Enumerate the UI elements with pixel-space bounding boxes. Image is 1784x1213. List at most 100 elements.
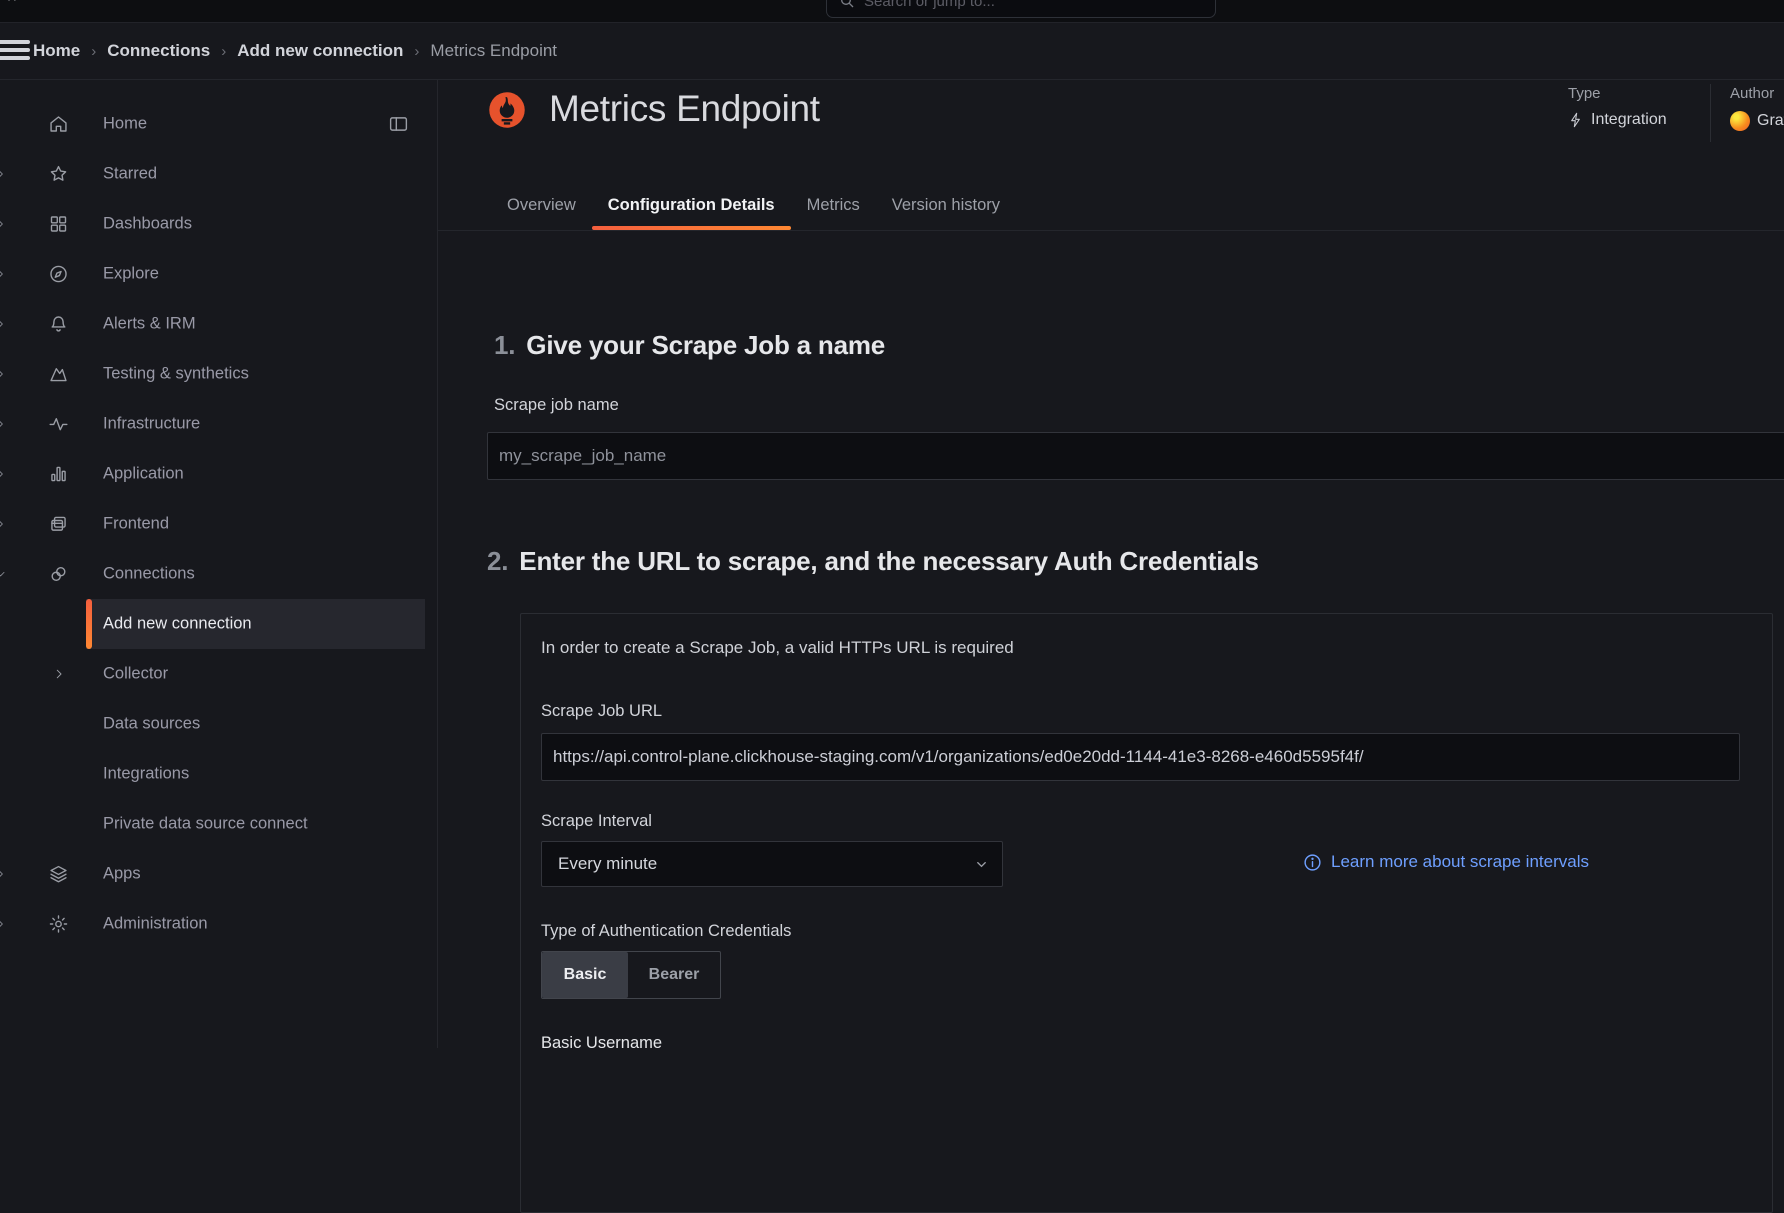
auth-type-segmented-control: BasicBearer — [541, 951, 721, 999]
link-rings-icon — [48, 564, 69, 585]
step2-heading: 2.Enter the URL to scrape, and the neces… — [487, 546, 1259, 577]
breadcrumb-item-home[interactable]: Home — [33, 41, 80, 61]
sidebar-item-label: Data sources — [103, 715, 200, 734]
step2-number: 2. — [487, 546, 508, 576]
learn-more-link[interactable]: Learn more about scrape intervals — [1303, 852, 1589, 872]
info-icon — [1303, 853, 1322, 872]
sidebar-item-label: Add new connection — [103, 615, 252, 634]
sidebar-item-dashboards[interactable]: Dashboards — [0, 199, 437, 249]
sidebar-item-infrastructure[interactable]: Infrastructure — [0, 399, 437, 449]
apps-grid-icon — [48, 214, 69, 235]
sidebar-item-private-data-source-connect[interactable]: Private data source connect — [0, 799, 437, 849]
chevron-right-icon — [0, 168, 7, 181]
sidebar-item-label: Frontend — [103, 515, 169, 534]
sidebar-item-label: Starred — [103, 165, 157, 184]
meta-author-block: Author Grafana — [1730, 85, 1784, 131]
meta-divider — [1710, 84, 1711, 142]
type-label: Type — [1568, 85, 1667, 102]
sidebar-nav: Home Starred Dashboards Explore Alerts & IRM… — [0, 80, 437, 1048]
sidebar-item-label: Apps — [103, 865, 141, 884]
breadcrumb-item-add-new-connection[interactable]: Add new connection — [237, 41, 403, 61]
compass-icon — [48, 264, 69, 285]
breadcrumb-item-metrics-endpoint: Metrics Endpoint — [430, 41, 557, 61]
chevron-right-icon — [0, 218, 7, 231]
breadcrumb: Home›Connections›Add new connection›Metr… — [33, 41, 557, 61]
breadcrumb-separator: › — [210, 43, 237, 60]
sidebar-item-frontend[interactable]: Frontend — [0, 499, 437, 549]
sidebar-item-add-new-connection[interactable]: Add new connection — [0, 599, 437, 649]
sidebar-item-administration[interactable]: Administration — [0, 899, 437, 949]
breadcrumb-separator: › — [403, 43, 430, 60]
sidebar-item-label: Explore — [103, 265, 159, 284]
tab-version-history[interactable]: Version history — [892, 180, 1000, 230]
sidebar-item-label: Administration — [103, 915, 208, 934]
basic-username-label: Basic Username — [541, 1034, 662, 1053]
type-value: Integration — [1591, 111, 1667, 129]
tabs-row: Overview Configuration Details Metrics Vers… — [437, 180, 1784, 231]
scrape-job-name-label: Scrape job name — [494, 396, 619, 415]
sidebar-item-explore[interactable]: Explore — [0, 249, 437, 299]
home-icon — [48, 114, 69, 135]
sidebar-item-label: Application — [103, 465, 184, 484]
bolt-icon — [1568, 112, 1584, 128]
grafana-logo-icon — [1730, 111, 1750, 131]
step1-number: 1. — [494, 330, 515, 360]
chevron-right-icon — [0, 868, 7, 881]
sidebar-item-label: Private data source connect — [103, 815, 308, 834]
sidebar-item-data-sources[interactable]: Data sources — [0, 699, 437, 749]
breadcrumb-bar: Home›Connections›Add new connection›Metr… — [0, 23, 1784, 80]
auth-option-basic[interactable]: Basic — [542, 952, 628, 998]
layers-icon — [48, 864, 69, 885]
scrape-job-url-input[interactable] — [541, 733, 1740, 781]
sidebar-item-starred[interactable]: Starred — [0, 149, 437, 199]
search-placeholder: Search or jump to... — [864, 0, 995, 10]
main-content: Metrics Endpoint Type Integration Author… — [437, 80, 1784, 1048]
chevron-down-icon — [974, 857, 989, 872]
sidebar-item-label: Connections — [103, 565, 195, 584]
chevron-right-icon — [0, 468, 7, 481]
sidebar-item-label: Testing & synthetics — [103, 365, 249, 384]
page-title: Metrics Endpoint — [549, 88, 820, 130]
search-bar[interactable]: Search or jump to... — [826, 0, 1216, 18]
author-value: Grafana — [1757, 112, 1784, 130]
scrape-job-url-label: Scrape Job URL — [541, 702, 662, 721]
breadcrumb-item-connections[interactable]: Connections — [107, 41, 210, 61]
sidebar-item-application[interactable]: Application — [0, 449, 437, 499]
sidebar-item-home[interactable]: Home — [0, 99, 437, 149]
auth-option-bearer[interactable]: Bearer — [628, 952, 720, 998]
auth-type-label: Type of Authentication Credentials — [541, 922, 791, 941]
chevron-right-icon — [0, 368, 7, 381]
search-icon — [839, 0, 855, 9]
collapse-caret-icon[interactable]: ⌃ — [4, 0, 20, 16]
bell-icon — [48, 314, 69, 335]
dock-panel-icon[interactable] — [388, 114, 409, 135]
browser-icon — [48, 514, 69, 535]
chevron-right-icon — [0, 518, 7, 531]
sidebar-item-alerts-irm[interactable]: Alerts & IRM — [0, 299, 437, 349]
star-icon — [48, 164, 69, 185]
chevron-right-icon — [0, 268, 7, 281]
chevron-right-icon — [52, 667, 66, 681]
tab-metrics[interactable]: Metrics — [807, 180, 860, 230]
tab-configuration-details[interactable]: Configuration Details — [608, 180, 775, 230]
sidebar-item-apps[interactable]: Apps — [0, 849, 437, 899]
meta-type-block: Type Integration — [1568, 85, 1667, 129]
sidebar-item-collector[interactable]: Collector — [0, 649, 437, 699]
scrape-url-card: In order to create a Scrape Job, a valid… — [520, 613, 1773, 1213]
step1-heading: 1.Give your Scrape Job a name — [494, 330, 885, 361]
sidebar-item-testing-synthetics[interactable]: Testing & synthetics — [0, 349, 437, 399]
tab-overview[interactable]: Overview — [507, 180, 576, 230]
sidebar-item-connections[interactable]: Connections — [0, 549, 437, 599]
breadcrumb-separator: › — [80, 43, 107, 60]
scrape-interval-select[interactable]: Every minute — [541, 841, 1003, 887]
scrape-job-name-input[interactable] — [487, 432, 1784, 480]
sidebar-item-label: Dashboards — [103, 215, 192, 234]
sidebar-item-integrations[interactable]: Integrations — [0, 749, 437, 799]
sidebar-item-label: Alerts & IRM — [103, 315, 196, 334]
menu-hamburger-icon[interactable] — [0, 40, 30, 60]
gear-icon — [48, 914, 69, 935]
mountain-k6-icon — [48, 364, 69, 385]
top-strip: ⌃ Search or jump to... — [0, 0, 1784, 23]
chevron-right-icon — [0, 318, 7, 331]
prometheus-icon — [488, 91, 526, 129]
